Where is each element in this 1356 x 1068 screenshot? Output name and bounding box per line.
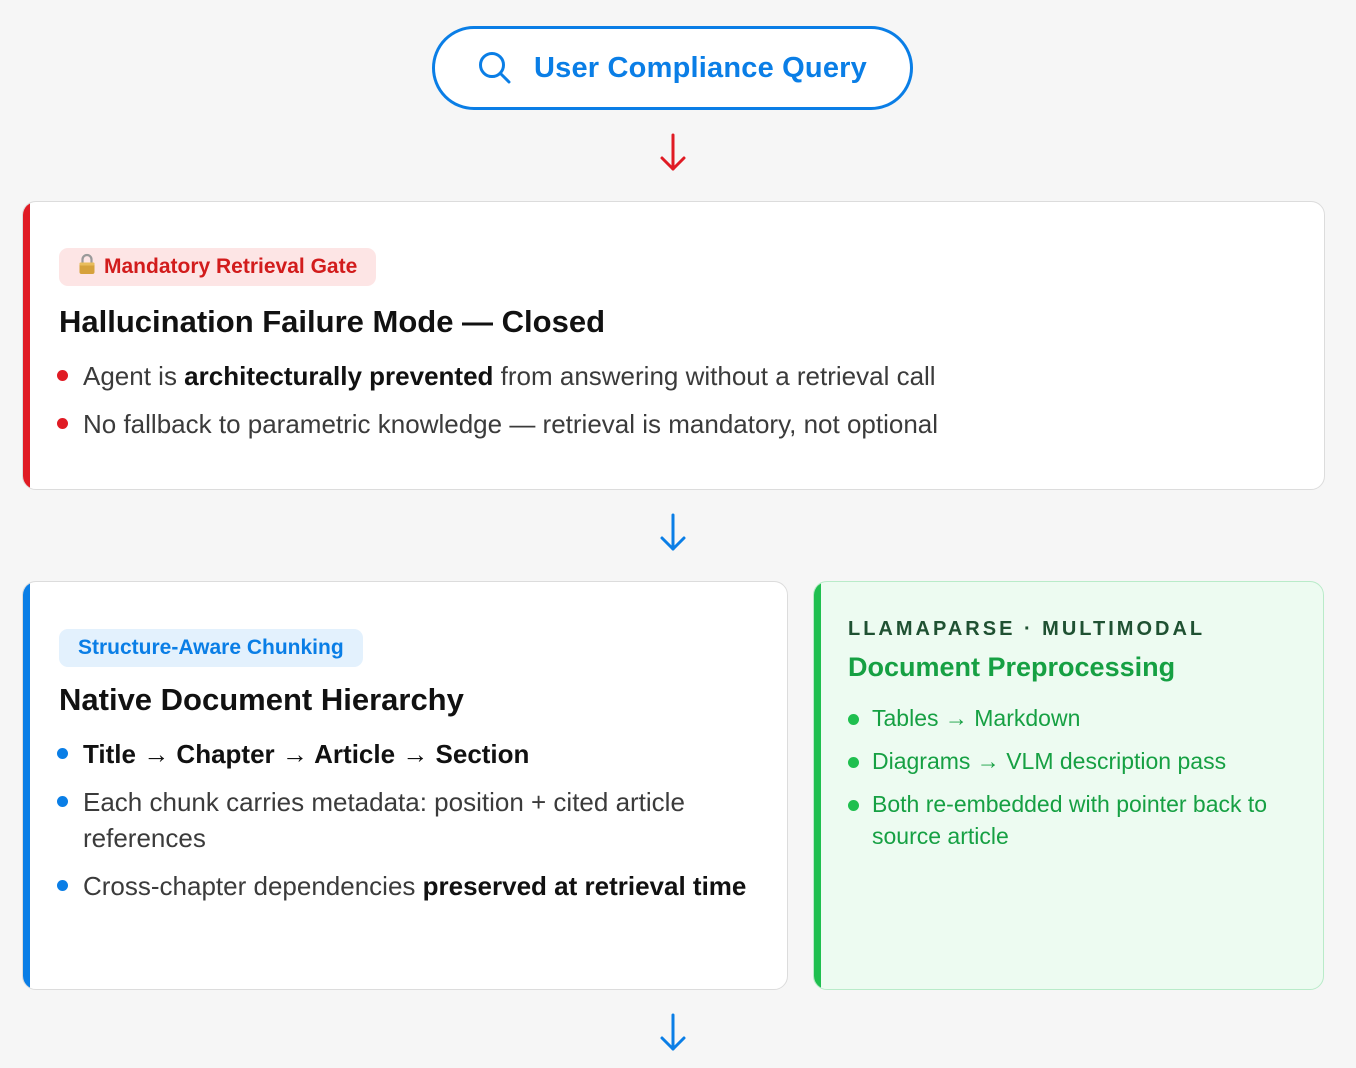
card-accent-bar — [23, 582, 30, 989]
bullet-text: Tables → Markdown — [872, 705, 1081, 731]
gate-bullet-list: Agent is architecturally prevented from … — [57, 358, 1257, 454]
list-item: Both re-embedded with pointer back to so… — [848, 788, 1288, 852]
chunking-bullet-list: Title → Chapter → Article → Section Each… — [57, 736, 757, 916]
arrow-down-icon — [660, 513, 686, 551]
arrow-down-icon — [660, 1013, 686, 1051]
bullet-text-bold: architecturally prevented — [184, 361, 494, 391]
list-item: Diagrams → VLM description pass — [848, 745, 1288, 777]
bullet-text-pre: Agent is — [83, 361, 185, 391]
bullet-text: Title → Chapter → Article → Section — [83, 739, 530, 769]
search-icon — [478, 51, 512, 85]
bullet-dot — [848, 714, 859, 725]
bullet-text-post: from answering without a retrieval call — [493, 361, 936, 391]
list-item: Each chunk carries metadata: position + … — [57, 784, 757, 856]
bullet-text: Both re-embedded with pointer back to so… — [872, 791, 1268, 849]
list-item: Cross-chapter dependencies preserved at … — [57, 868, 757, 904]
bullet-dot — [57, 880, 68, 891]
bullet-dot — [57, 748, 68, 759]
list-item: Title → Chapter → Article → Section — [57, 736, 757, 772]
bullet-dot — [848, 757, 859, 768]
chunking-badge: Structure-Aware Chunking — [59, 629, 363, 667]
gate-badge: Mandatory Retrieval Gate — [59, 248, 377, 286]
preprocessing-title: Document Preprocessing — [848, 652, 1176, 682]
card-accent-bar — [814, 582, 821, 989]
bullet-text-pre: Cross-chapter dependencies — [83, 871, 423, 901]
list-item: Agent is architecturally prevented from … — [57, 358, 1257, 394]
chunking-badge-label: Structure-Aware Chunking — [78, 636, 344, 659]
preprocessing-eyebrow: LLAMAPARSE · MULTIMODAL — [848, 618, 1206, 640]
query-label: User Compliance Query — [534, 51, 867, 84]
preprocessing-card: LLAMAPARSE · MULTIMODAL Document Preproc… — [813, 581, 1324, 990]
arrow-down-icon — [660, 133, 686, 171]
pipeline-diagram: User Compliance Query Mandatory Retrieva… — [0, 0, 1356, 1068]
list-item: No fallback to parametric knowledge — re… — [57, 406, 1257, 442]
chunking-title: Native Document Hierarchy — [59, 682, 464, 717]
bullet-dot — [848, 800, 859, 811]
bullet-text-bold: preserved at retrieval time — [422, 871, 747, 901]
bullet-dot — [57, 796, 68, 807]
bullet-text: No fallback to parametric knowledge — re… — [83, 409, 939, 439]
card-accent-bar — [23, 202, 30, 489]
lock-icon — [78, 253, 96, 281]
retrieval-gate-card: Mandatory Retrieval Gate Hallucination F… — [22, 201, 1325, 490]
list-item: Tables → Markdown — [848, 702, 1288, 734]
chunking-card: Structure-Aware Chunking Native Document… — [22, 581, 788, 990]
bullet-dot — [57, 418, 68, 429]
gate-title: Hallucination Failure Mode — Closed — [59, 304, 606, 339]
preprocessing-bullet-list: Tables → Markdown Diagrams → VLM descrip… — [848, 702, 1288, 863]
bullet-dot — [57, 370, 68, 381]
query-node: User Compliance Query — [432, 26, 913, 110]
bullet-text: Diagrams → VLM description pass — [872, 748, 1227, 774]
bullet-text: Each chunk carries metadata: position + … — [83, 787, 685, 853]
gate-badge-label: Mandatory Retrieval Gate — [104, 255, 358, 278]
